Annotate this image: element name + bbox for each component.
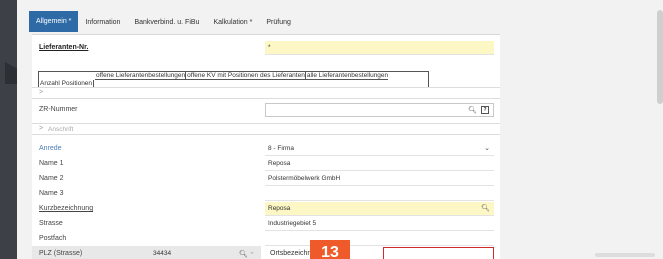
name-1-field[interactable]: Reposa <box>265 156 494 171</box>
collapsed-section[interactable]: > <box>32 87 500 99</box>
ortsbezeichnung-field[interactable] <box>383 247 494 259</box>
postfach-field[interactable] <box>265 231 494 246</box>
anrede-label[interactable]: Anrede <box>39 145 62 152</box>
row-lieferanten-nr: Lieferanten-Nr. * <box>32 40 500 55</box>
form-panel: Lieferanten-Nr. * offene Lieferantenbest… <box>32 34 500 259</box>
kurzbezeichnung-label: Kurzbezeichnung <box>39 205 94 212</box>
tab-pruefung[interactable]: Prüfung <box>259 13 298 32</box>
nav-notch[interactable] <box>5 62 17 84</box>
row-name-3: Name 3 <box>32 186 500 201</box>
search-icon[interactable]: 🔍︎ <box>468 106 477 114</box>
chevron-right-icon: > <box>39 125 44 132</box>
strasse-value: Industriegebiet 5 <box>268 219 317 227</box>
vertical-scrollbar[interactable] <box>657 10 663 104</box>
lieferanten-nr-label: Lieferanten-Nr. <box>39 44 89 51</box>
grid-header-offene-bestellungen: offene Lieferantenbestellungen <box>95 72 187 80</box>
zr-nummer-label: ZR-Nummer <box>39 106 78 113</box>
plz-label: PLZ (Strasse) <box>39 250 83 257</box>
row-name-1: Name 1 Reposa <box>32 156 500 171</box>
kurzbezeichnung-value: Reposa <box>268 204 291 212</box>
lieferanten-nr-value: * <box>268 43 271 51</box>
lieferanten-nr-field[interactable]: * <box>265 40 494 55</box>
name-1-value: Reposa <box>268 159 291 167</box>
tab-bar: Allgemein * Information Bankverbind. u. … <box>29 11 298 32</box>
section-anschrift[interactable]: > Anschrift <box>32 123 500 135</box>
row-postfach: Postfach <box>32 231 500 246</box>
tab-kalkulation[interactable]: Kalkulation * <box>206 13 259 32</box>
row-anrede: Anrede 8 - Firma ⌄ <box>32 141 500 156</box>
chevron-right-icon: > <box>39 89 44 96</box>
name-2-field[interactable]: Polstermöbelwerk GmbH <box>265 171 494 186</box>
left-navigation-bar <box>0 0 17 259</box>
tab-information[interactable]: Information <box>78 13 127 32</box>
tab-bankverbindung[interactable]: Bankverbind. u. FiBu <box>127 13 206 32</box>
help-box-icon[interactable]: ? <box>481 105 489 114</box>
name-3-field[interactable] <box>265 186 494 201</box>
anrede-select[interactable]: 8 - Firma ⌄ <box>265 141 494 156</box>
statistics-grid: offene Lieferantenbestellungen offene KV… <box>38 71 429 88</box>
grid-header-alle-bestellungen: alle Lieferantenbestellungen <box>305 72 389 80</box>
location-pin-icon[interactable]: ⌖ <box>250 250 254 258</box>
section-anschrift-label: Anschrift <box>48 126 74 133</box>
plz-field[interactable]: 34434 <box>153 250 171 257</box>
grid-header-offene-kv: offene KV mit Positionen des Lieferanten <box>186 72 306 80</box>
row-plz-ort: PLZ (Strasse) 34434 🔍︎ ⌖ Ortsbezeichnung <box>32 246 500 259</box>
name-3-label: Name 3 <box>39 190 64 197</box>
main-content: Allgemein * Information Bankverbind. u. … <box>27 4 500 259</box>
search-icon[interactable]: 🔍︎ <box>481 204 490 212</box>
strasse-label: Strasse <box>39 220 63 227</box>
search-icon[interactable]: 🔍︎ <box>239 250 248 258</box>
horizontal-scroll-indicator[interactable] <box>595 253 655 257</box>
zr-nummer-field[interactable]: 🔍︎ ? <box>265 102 494 117</box>
step-number-badge: 13 <box>310 240 350 259</box>
chevron-down-icon[interactable]: ⌄ <box>484 144 490 152</box>
name-2-label: Name 2 <box>39 175 64 182</box>
name-2-value: Polstermöbelwerk GmbH <box>268 174 341 182</box>
row-kurzbezeichnung: Kurzbezeichnung Reposa 🔍︎ <box>32 201 500 216</box>
kurzbezeichnung-field[interactable]: Reposa 🔍︎ <box>265 201 494 216</box>
row-name-2: Name 2 Polstermöbelwerk GmbH <box>32 171 500 186</box>
name-1-label: Name 1 <box>39 160 64 167</box>
row-zr-nummer: ZR-Nummer 🔍︎ ? <box>32 102 500 117</box>
postfach-label: Postfach <box>39 235 67 242</box>
strasse-field[interactable]: Industriegebiet 5 <box>265 216 494 231</box>
row-strasse: Strasse Industriegebiet 5 <box>32 216 500 231</box>
anrede-value: 8 - Firma <box>268 144 294 152</box>
tab-allgemein[interactable]: Allgemein * <box>29 11 79 32</box>
